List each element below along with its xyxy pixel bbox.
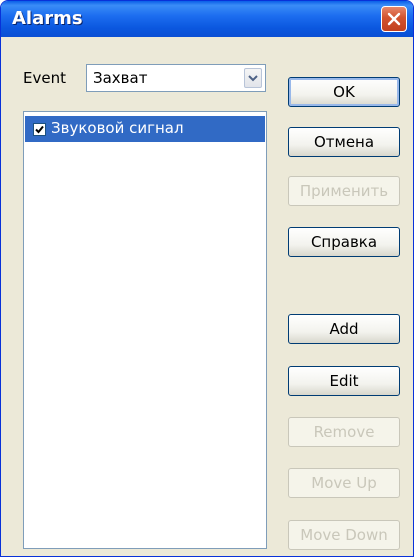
- event-dropdown-value: Захват: [93, 69, 148, 87]
- event-dropdown[interactable]: Захват: [86, 64, 266, 92]
- help-button[interactable]: Справка: [288, 227, 400, 257]
- dropdown-arrow-button[interactable]: [244, 68, 262, 88]
- add-button[interactable]: Add: [288, 314, 400, 344]
- apply-button[interactable]: Применить: [288, 176, 400, 206]
- window-title: Alarms: [12, 8, 83, 29]
- chevron-down-icon: [248, 75, 258, 82]
- title-bar[interactable]: Alarms: [1, 1, 413, 37]
- move-up-button[interactable]: Move Up: [288, 468, 400, 498]
- edit-button[interactable]: Edit: [288, 366, 400, 396]
- move-down-button[interactable]: Move Down: [288, 520, 400, 550]
- checkmark-icon: [35, 125, 44, 134]
- ok-button[interactable]: OK: [288, 77, 400, 107]
- event-label: Event: [23, 69, 66, 87]
- close-button[interactable]: [381, 6, 407, 32]
- list-item[interactable]: Звуковой сигнал: [25, 116, 265, 142]
- item-checkbox[interactable]: [33, 123, 46, 136]
- close-icon: [387, 12, 401, 26]
- cancel-button[interactable]: Отмена: [288, 127, 400, 157]
- remove-button[interactable]: Remove: [288, 417, 400, 447]
- alarm-list[interactable]: Звуковой сигнал: [23, 111, 267, 549]
- list-item-label: Звуковой сигнал: [51, 119, 184, 137]
- alarms-dialog: Alarms Event Захват Звуковой сигнал OK О…: [0, 0, 414, 557]
